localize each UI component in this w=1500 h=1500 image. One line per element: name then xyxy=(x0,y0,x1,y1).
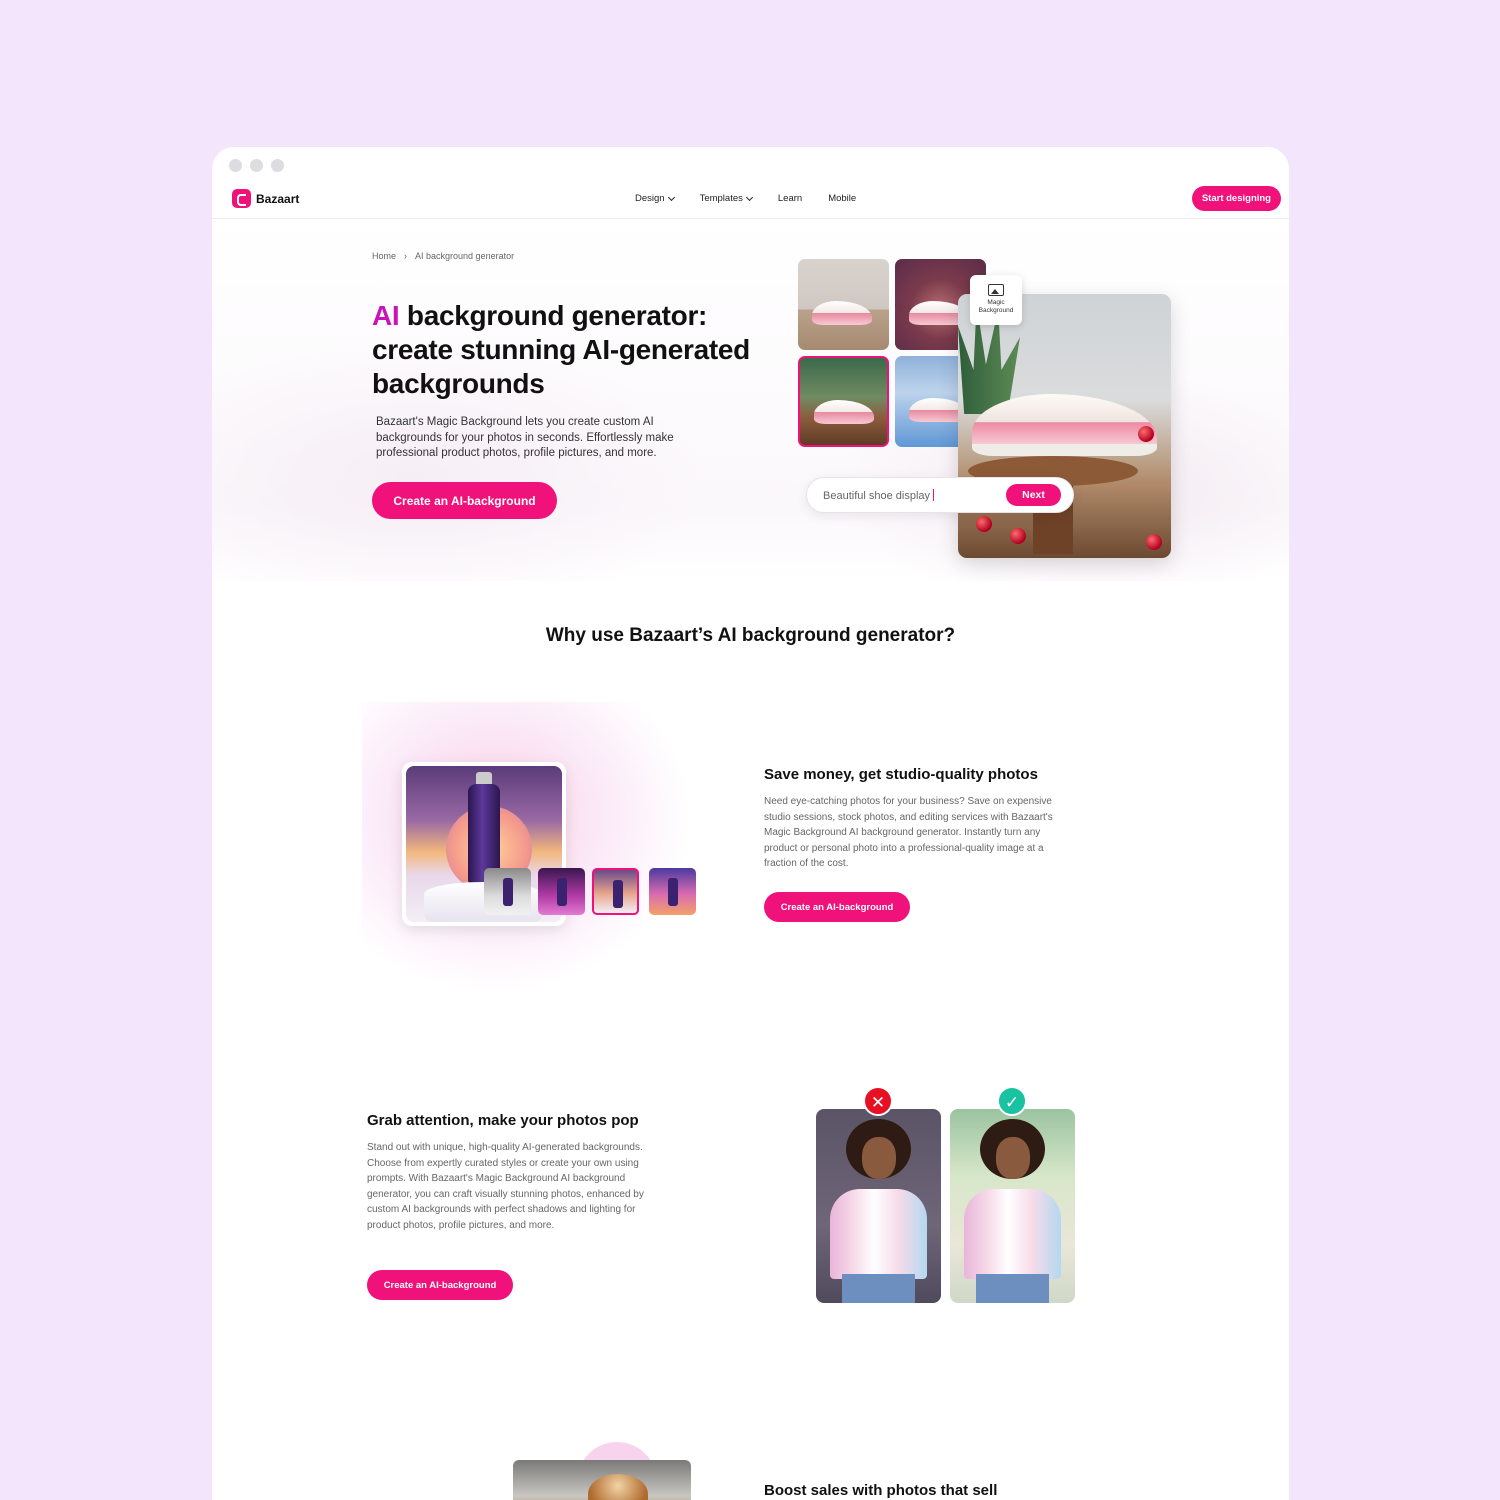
menu-item-mobile[interactable]: Mobile xyxy=(828,193,856,204)
window-dot-maximize[interactable] xyxy=(271,159,284,172)
browser-window: Bazaart Design Templates Learn Mobile St… xyxy=(212,147,1289,1500)
logo[interactable]: Bazaart xyxy=(232,189,299,208)
prompt-value: Beautiful shoe display xyxy=(823,490,931,502)
jeans-shape xyxy=(976,1274,1049,1303)
section-title: Save money, get studio-quality photos xyxy=(764,766,1038,783)
shoe-image xyxy=(812,301,872,325)
logo-text: Bazaart xyxy=(256,191,300,206)
page-title-text: background generator: create stunning AI… xyxy=(372,300,750,399)
prompt-input[interactable]: Beautiful shoe display xyxy=(823,489,935,502)
create-ai-background-button[interactable]: Create an AI-background xyxy=(367,1270,513,1300)
magic-background-label: Magic Background xyxy=(978,299,1014,314)
section-description: Stand out with unique, high-quality AI-g… xyxy=(367,1142,644,1231)
shoe-image xyxy=(814,400,874,424)
menu-item-label: Design xyxy=(635,193,665,204)
hero-section: Home › AI background generator AI backgr… xyxy=(212,219,1289,581)
hero-description: Bazaart's Magic Background lets you crea… xyxy=(376,416,674,460)
page-title: AI background generator: create stunning… xyxy=(372,299,772,401)
x-icon: ✕ xyxy=(863,1086,893,1116)
bottle-image xyxy=(557,878,567,906)
text-caret xyxy=(933,489,935,501)
chevron-down-icon xyxy=(667,193,675,201)
menu-item-label: Mobile xyxy=(828,193,857,204)
window-dot-minimize[interactable] xyxy=(250,159,263,172)
create-ai-background-button[interactable]: Create an AI-background xyxy=(764,892,910,922)
section-title: Grab attention, make your photos pop xyxy=(367,1112,639,1129)
breadcrumb-home[interactable]: Home xyxy=(372,251,396,261)
check-icon: ✓ xyxy=(997,1086,1027,1116)
style-thumbnail[interactable] xyxy=(484,868,531,915)
bottle-image xyxy=(668,878,678,906)
breadcrumb: Home › AI background generator xyxy=(372,251,514,261)
start-designing-button[interactable]: Start designing xyxy=(1191,186,1281,211)
jeans-shape xyxy=(842,1274,915,1303)
menu-item-templates[interactable]: Templates xyxy=(699,193,753,204)
cherry-image xyxy=(976,516,992,532)
menu-item-label: Templates xyxy=(699,193,743,204)
breadcrumb-current: AI background generator xyxy=(415,251,515,261)
top-navigation: Bazaart Design Templates Learn Mobile St… xyxy=(212,183,1289,219)
menu-item-design[interactable]: Design xyxy=(635,193,675,204)
generated-shoe-preview xyxy=(958,294,1171,558)
cherry-image xyxy=(1146,534,1162,550)
prompt-input-bar[interactable]: Beautiful shoe display Next xyxy=(806,477,1074,513)
face-shape xyxy=(862,1137,896,1179)
after-photo xyxy=(950,1109,1075,1303)
menu-item-learn[interactable]: Learn xyxy=(778,193,802,204)
cherry-image xyxy=(1010,528,1026,544)
jacket-shape xyxy=(964,1189,1061,1279)
section-title: Boost sales with photos that sell xyxy=(764,1482,998,1499)
window-dot-close[interactable] xyxy=(229,159,242,172)
face-shape xyxy=(996,1137,1030,1179)
bazaart-logo-icon xyxy=(232,189,251,208)
bottle-image xyxy=(503,878,513,906)
background-option-tile[interactable] xyxy=(798,259,889,350)
before-photo xyxy=(816,1109,941,1303)
jacket-shape xyxy=(830,1189,927,1279)
create-ai-background-button[interactable]: Create an AI-background xyxy=(372,482,557,519)
next-button[interactable]: Next xyxy=(1006,484,1061,506)
image-icon xyxy=(988,284,1004,296)
food-photo xyxy=(513,1460,691,1500)
chevron-down-icon xyxy=(745,193,753,201)
breadcrumb-separator: › xyxy=(404,251,408,261)
style-thumbnail[interactable] xyxy=(538,868,585,915)
window-controls xyxy=(229,159,284,172)
bun-image xyxy=(588,1474,648,1500)
background-option-tile-selected[interactable] xyxy=(798,356,889,447)
shoe-image xyxy=(972,394,1157,456)
page-title-highlight: AI xyxy=(372,300,400,331)
bottle-image xyxy=(613,880,623,908)
section-description: Need eye-catching photos for your busine… xyxy=(764,796,1053,870)
style-thumbnail[interactable] xyxy=(649,868,696,915)
cherry-image xyxy=(1138,426,1154,442)
magic-background-badge[interactable]: Magic Background xyxy=(970,275,1022,325)
main-menu: Design Templates Learn Mobile xyxy=(635,193,856,204)
style-thumbnail-selected[interactable] xyxy=(592,868,639,915)
why-heading: Why use Bazaart’s AI background generato… xyxy=(545,625,956,646)
menu-item-label: Learn xyxy=(777,193,803,204)
